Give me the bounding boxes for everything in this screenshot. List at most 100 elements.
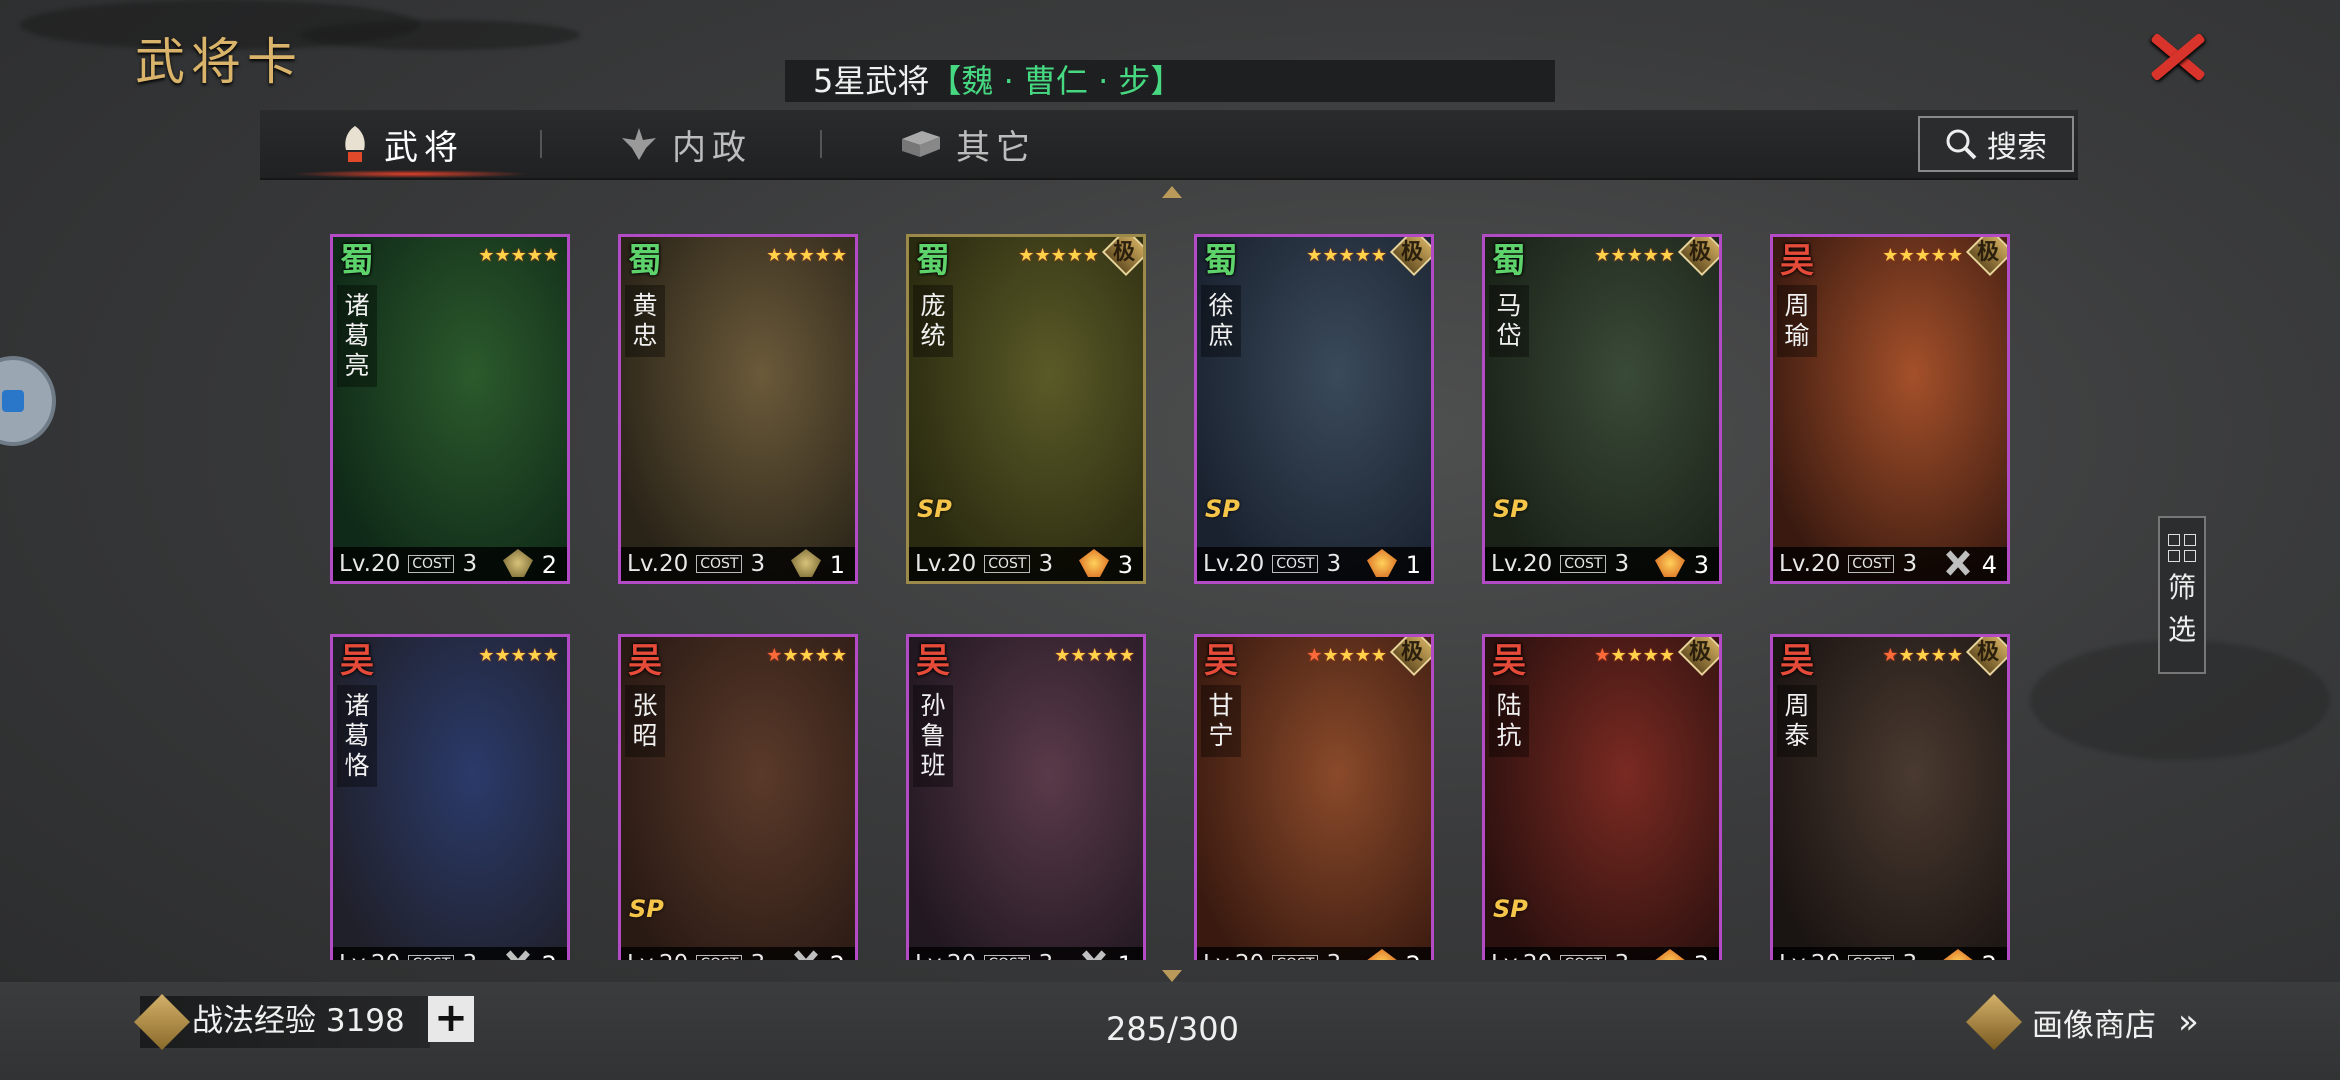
banner-close-bracket: 】 (1150, 62, 1183, 100)
extreme-badge: 极 (1389, 637, 1431, 677)
tab-other[interactable]: 其它 (900, 110, 1036, 178)
sp-badge: SP (629, 895, 664, 923)
faction-badge: 吴 (1780, 641, 1814, 681)
level-label: Lv.20 (1491, 951, 1552, 960)
card-footer: Lv.20 COST 3 (1773, 947, 2007, 960)
cost-icon: COST (1560, 555, 1607, 573)
cost-icon: COST (1848, 955, 1895, 960)
cost-icon: COST (696, 555, 743, 573)
cost-icon: COST (1560, 955, 1607, 960)
cost-value: 3 (1902, 951, 1917, 960)
card-footer: Lv.20 COST 3 (909, 947, 1143, 960)
shop-label: 画像商店 (2032, 1007, 2156, 1044)
card-count-value: 3 (1117, 551, 1133, 579)
cost-icon: COST (408, 955, 455, 960)
general-card[interactable]: 吴陆 抗 ★★★★★ 极 SP Lv.20 COST 3 3 (1482, 634, 1722, 960)
star-rating: ★★★★★ (478, 645, 559, 666)
card-footer: Lv.20 COST 3 (909, 547, 1143, 581)
general-name: 周 瑜 (1777, 285, 1817, 357)
star-rating: ★★★★★ (1306, 245, 1387, 266)
general-name: 甘 宁 (1201, 685, 1241, 757)
faction-badge: 吴 (1780, 241, 1814, 281)
portrait-shop-button[interactable]: 画像商店 » (1966, 994, 2199, 1050)
tab-divider (820, 130, 822, 158)
tactic-exp-label: 战法经验 3198 (192, 1003, 405, 1039)
extreme-badge-label: 极 (1112, 240, 1135, 265)
search-label: 搜索 (1987, 130, 2047, 165)
extreme-badge: 极 (1965, 237, 2007, 277)
cost-value: 3 (1902, 551, 1918, 577)
extreme-badge-label: 极 (1400, 640, 1423, 665)
extreme-badge: 极 (1677, 637, 1719, 677)
general-name: 黄 忠 (625, 285, 665, 357)
search-button[interactable]: 搜索 (1918, 116, 2074, 172)
faction-badge: 吴 (340, 641, 374, 681)
faction-badge: 蜀 (628, 241, 662, 281)
cost-value: 3 (750, 951, 765, 960)
card-count-value: 1 (1405, 551, 1421, 579)
general-card[interactable]: 蜀诸 葛 亮 ★★★★★ Lv.20 COST 3 2 (330, 234, 570, 584)
card-footer: Lv.20 COST 3 (1485, 947, 1719, 960)
card-footer: Lv.20 COST 3 (1197, 547, 1431, 581)
general-card[interactable]: 吴周 瑜 ★★★★★ 极 Lv.20 COST 3 4 (1770, 234, 2010, 584)
level-label: Lv.20 (627, 551, 689, 577)
faction-badge: 吴 (916, 641, 950, 681)
cost-value: 3 (1326, 551, 1342, 577)
general-card[interactable]: 蜀马 岱 ★★★★★ 极 SP Lv.20 COST 3 3 (1482, 234, 1722, 584)
general-card[interactable]: 蜀黄 忠 ★★★★★ Lv.20 COST 3 1 (618, 234, 858, 584)
general-helmet-icon (345, 126, 365, 162)
sp-badge: SP (1493, 895, 1528, 923)
general-card[interactable]: 吴孙 鲁 班 ★★★★★ Lv.20 COST 3 1 (906, 634, 1146, 960)
cost-icon: COST (696, 955, 743, 960)
star-rating: ★★★★★ (1882, 645, 1963, 666)
card-count-value: 3 (1693, 551, 1709, 579)
general-name: 诸 葛 亮 (337, 285, 377, 387)
cost-value: 3 (750, 551, 766, 577)
add-exp-button[interactable]: + (428, 996, 474, 1042)
card-count-value: 1 (1118, 951, 1133, 960)
star-rating: ★★★★★ (1882, 245, 1963, 266)
tab-domestic[interactable]: 内政 (620, 110, 752, 178)
cost-value: 3 (1326, 951, 1341, 960)
extreme-badge-label: 极 (1400, 240, 1423, 265)
star-rating: ★★★★★ (1306, 645, 1387, 666)
side-float-button[interactable] (0, 356, 56, 446)
cost-icon: COST (408, 555, 455, 573)
filter-button[interactable]: 筛 选 (2158, 516, 2206, 674)
scroll-up-indicator (1162, 186, 1182, 198)
level-label: Lv.20 (627, 951, 688, 960)
card-footer: Lv.20 COST 3 (333, 547, 567, 581)
cost-value: 3 (462, 551, 478, 577)
close-button[interactable] (2140, 26, 2220, 86)
cost-value: 3 (1038, 951, 1053, 960)
level-label: Lv.20 (339, 951, 400, 960)
faction-badge: 吴 (1492, 641, 1526, 681)
sp-badge: SP (1205, 495, 1240, 523)
general-name: 马 岱 (1489, 285, 1529, 357)
pagoda-icon (1966, 994, 2022, 1050)
banner-open-bracket: 【 (929, 62, 962, 100)
extreme-badge: 极 (1965, 637, 2007, 677)
general-card[interactable]: 吴诸 葛 恪 ★★★★★ Lv.20 COST 3 2 (330, 634, 570, 960)
extreme-badge-label: 极 (1688, 240, 1711, 265)
card-count: 285/300 (1106, 1010, 1239, 1048)
star-rating: ★★★★★ (478, 245, 559, 266)
general-card[interactable]: 吴张 昭 ★★★★★ SP Lv.20 COST 3 2 (618, 634, 858, 960)
cost-value: 3 (1614, 951, 1629, 960)
general-name: 徐 庶 (1201, 285, 1241, 357)
cost-icon: COST (984, 955, 1031, 960)
tab-generals[interactable]: 武将 (340, 110, 464, 178)
general-card[interactable]: 吴甘 宁 ★★★★★ 极 Lv.20 COST 3 2 (1194, 634, 1434, 960)
card-count-value: 2 (541, 551, 557, 579)
general-card[interactable]: 吴周 泰 ★★★★★ 极 Lv.20 COST 3 2 (1770, 634, 2010, 960)
fleur-emblem-icon (622, 128, 656, 160)
general-card[interactable]: 蜀徐 庶 ★★★★★ 极 SP Lv.20 COST 3 1 (1194, 234, 1434, 584)
cost-icon: COST (1272, 955, 1319, 960)
filter-label-top: 筛 (2167, 571, 2196, 604)
card-footer: Lv.20 COST 3 (1773, 547, 2007, 581)
general-card[interactable]: 蜀庞 统 ★★★★★ 极 SP Lv.20 COST 3 3 (906, 234, 1146, 584)
extreme-badge: 极 (1101, 237, 1143, 277)
level-label: Lv.20 (339, 551, 401, 577)
faction-badge: 蜀 (1492, 241, 1526, 281)
grid-filter-icon (2168, 534, 2196, 562)
